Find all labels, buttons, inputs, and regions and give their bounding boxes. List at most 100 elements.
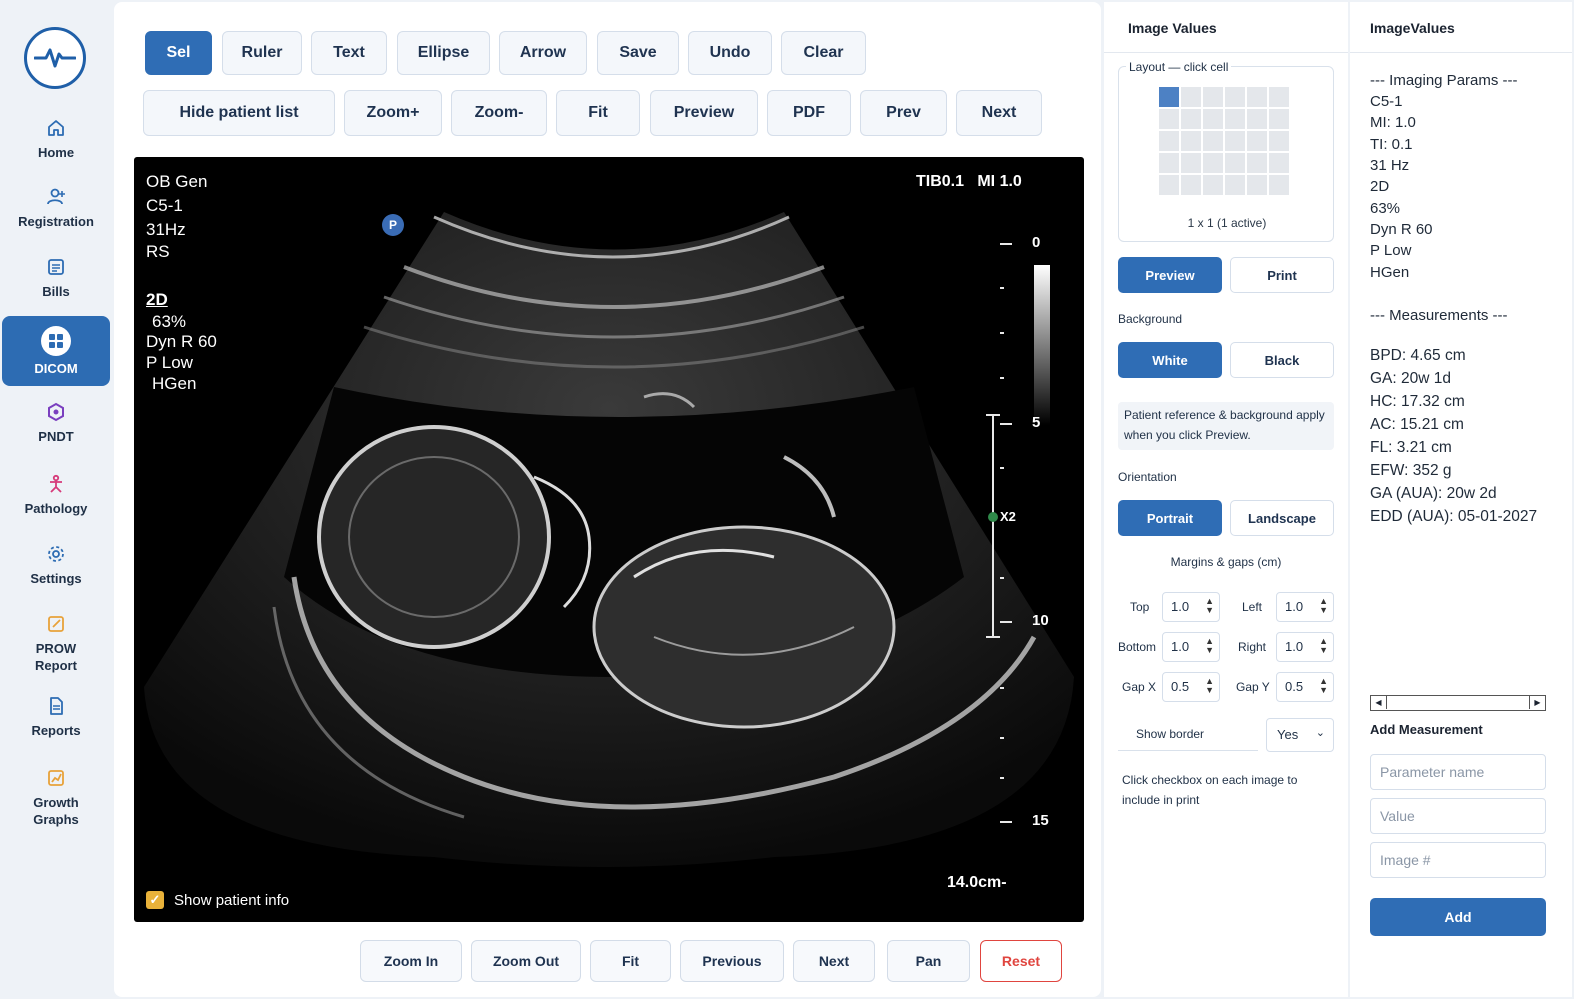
prev-button[interactable]: Prev <box>860 90 947 136</box>
ellipse-button[interactable]: Ellipse <box>397 31 490 75</box>
sidebar-item-settings[interactable]: Settings <box>2 542 110 587</box>
pan-button[interactable]: Pan <box>887 940 970 982</box>
layout-cell[interactable] <box>1225 175 1245 195</box>
layout-cell[interactable] <box>1181 175 1201 195</box>
add-measurement-title: Add Measurement <box>1370 722 1483 737</box>
show-patient-info-checkbox[interactable]: ✓ <box>146 891 164 909</box>
sidebar-item-dicom[interactable]: DICOM <box>2 316 110 386</box>
image-values-text-panel: ImageValues --- Imaging Params --- C5-1 … <box>1350 2 1572 997</box>
layout-cell[interactable] <box>1225 109 1245 129</box>
layout-cell[interactable] <box>1203 175 1223 195</box>
sidebar-item-pathology[interactable]: Pathology <box>2 472 110 517</box>
layout-cell[interactable] <box>1269 109 1289 129</box>
layout-cell[interactable] <box>1203 153 1223 173</box>
hide-patient-list-button[interactable]: Hide patient list <box>143 90 335 136</box>
layout-cell[interactable] <box>1181 153 1201 173</box>
right-margin-input[interactable]: 1.0 ▲ ▼ <box>1276 632 1334 662</box>
layout-cell[interactable] <box>1203 109 1223 129</box>
arrow-button[interactable]: Arrow <box>499 31 587 75</box>
show-patient-info-label: Show patient info <box>174 892 290 909</box>
sidebar-item-registration[interactable]: Registration <box>2 185 110 230</box>
sidebar-item-reports[interactable]: Reports <box>2 694 110 739</box>
layout-grid[interactable] <box>1159 87 1289 195</box>
preview-button[interactable]: Preview <box>650 90 758 136</box>
reset-button[interactable]: Reset <box>980 940 1062 982</box>
parameter-name-input[interactable] <box>1370 754 1546 790</box>
layout-cell[interactable] <box>1203 131 1223 151</box>
sidebar-item-bills[interactable]: Bills <box>2 255 110 300</box>
layout-cell[interactable] <box>1159 87 1179 107</box>
scale-tick <box>1000 243 1012 245</box>
layout-cell[interactable] <box>1269 131 1289 151</box>
left-margin-input[interactable]: 1.0 ▲ ▼ <box>1276 592 1334 622</box>
save-button[interactable]: Save <box>597 31 679 75</box>
layout-cell[interactable] <box>1247 87 1267 107</box>
undo-button[interactable]: Undo <box>688 31 772 75</box>
layout-cell[interactable] <box>1159 109 1179 129</box>
gap-y-input[interactable]: 0.5 ▲ ▼ <box>1276 672 1334 702</box>
fit-button[interactable]: Fit <box>556 90 640 136</box>
zoom-in-button[interactable]: Zoom In <box>360 940 462 982</box>
zoom-minus-button[interactable]: Zoom- <box>451 90 547 136</box>
measurement-edd-aua: EDD (AUA): 05-01-2027 <box>1370 508 1538 525</box>
gap-x-input[interactable]: 0.5 ▲ ▼ <box>1162 672 1220 702</box>
preview-mode-button[interactable]: Preview <box>1118 257 1222 293</box>
layout-cell[interactable] <box>1181 87 1201 107</box>
ruler-button[interactable]: Ruler <box>222 31 302 75</box>
zoom-out-button[interactable]: Zoom Out <box>471 940 581 982</box>
layout-cell[interactable] <box>1225 131 1245 151</box>
print-button[interactable]: Print <box>1230 257 1334 293</box>
layout-cell[interactable] <box>1159 131 1179 151</box>
sidebar-item-pndt[interactable]: PNDT <box>2 400 110 445</box>
previous-button[interactable]: Previous <box>680 940 784 982</box>
layout-cell[interactable] <box>1181 131 1201 151</box>
layout-cell[interactable] <box>1269 87 1289 107</box>
landscape-button[interactable]: Landscape <box>1230 500 1334 536</box>
sidebar-item-home[interactable]: Home <box>2 116 110 161</box>
show-border-select[interactable]: Yes ⌄ <box>1266 718 1334 752</box>
sidebar-item-prow-report[interactable]: PROW Report <box>2 612 110 674</box>
tib-mi-label: TIB0.1 MI 1.0 <box>916 173 1022 190</box>
horizontal-scrollbar[interactable]: ◀ ▶ <box>1370 695 1546 711</box>
layout-cell[interactable] <box>1225 87 1245 107</box>
zoom-plus-button[interactable]: Zoom+ <box>344 90 442 136</box>
layout-cell[interactable] <box>1225 153 1245 173</box>
sel-button[interactable]: Sel <box>145 31 212 75</box>
bottom-margin-input[interactable]: 1.0 ▲ ▼ <box>1162 632 1220 662</box>
add-measurement-button[interactable]: Add <box>1370 898 1546 936</box>
top-margin-input[interactable]: 1.0 ▲ ▼ <box>1162 592 1220 622</box>
background-white-button[interactable]: White <box>1118 342 1222 378</box>
clear-button[interactable]: Clear <box>781 31 866 75</box>
scroll-left-icon[interactable]: ◀ <box>1371 696 1387 709</box>
layout-cell[interactable] <box>1159 175 1179 195</box>
pdf-button[interactable]: PDF <box>767 90 851 136</box>
scale-tick-minor <box>1000 287 1004 289</box>
layout-cell[interactable] <box>1247 131 1267 151</box>
background-black-button[interactable]: Black <box>1230 342 1334 378</box>
scroll-right-icon[interactable]: ▶ <box>1529 696 1545 709</box>
next-button[interactable]: Next <box>956 90 1042 136</box>
layout-cell[interactable] <box>1269 153 1289 173</box>
portrait-button[interactable]: Portrait <box>1118 500 1222 536</box>
scale-tick-minor <box>1000 467 1004 469</box>
image-number-input[interactable] <box>1370 842 1546 878</box>
layout-cell[interactable] <box>1269 175 1289 195</box>
sidebar-item-growth-graphs[interactable]: Growth Graphs <box>2 766 110 828</box>
viewer-panel: Sel Ruler Text Ellipse Arrow Save Undo C… <box>114 2 1101 997</box>
layout-cell[interactable] <box>1203 87 1223 107</box>
layout-cell[interactable] <box>1159 153 1179 173</box>
next-image-button[interactable]: Next <box>793 940 875 982</box>
layout-cell[interactable] <box>1247 175 1267 195</box>
param-probe: C5-1 <box>1370 93 1403 110</box>
layout-label: Layout — click cell <box>1126 60 1232 74</box>
layout-cell[interactable] <box>1181 109 1201 129</box>
fit-view-button[interactable]: Fit <box>590 940 671 982</box>
ultrasound-image[interactable]: OB Gen C5-1 31Hz RS 2D 63% Dyn R 60 P Lo… <box>134 157 1084 922</box>
text-button[interactable]: Text <box>311 31 387 75</box>
layout-cell[interactable] <box>1247 153 1267 173</box>
value-input[interactable] <box>1370 798 1546 834</box>
orientation-label: RS <box>146 242 170 261</box>
layout-caption: 1 x 1 (1 active) <box>1187 216 1267 230</box>
param-dynamic-range: Dyn R 60 <box>1370 221 1433 238</box>
layout-cell[interactable] <box>1247 109 1267 129</box>
